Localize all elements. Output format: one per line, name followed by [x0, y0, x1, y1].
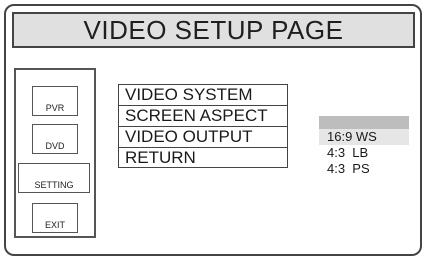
- option-16-9-ws[interactable]: 16:9 WS: [319, 129, 409, 145]
- menu-item-video-system[interactable]: VIDEO SYSTEM: [118, 84, 288, 105]
- video-setup-menu: VIDEO SYSTEM SCREEN ASPECT VIDEO OUTPUT …: [118, 84, 288, 168]
- dvd-button-label: DVD: [45, 141, 65, 151]
- option-4-3-lb[interactable]: 4:3 LB: [319, 145, 409, 161]
- page-title: VIDEO SETUP PAGE: [83, 15, 344, 45]
- menu-item-screen-aspect[interactable]: SCREEN ASPECT: [118, 105, 288, 126]
- menu-item-video-output[interactable]: VIDEO OUTPUT: [118, 126, 288, 147]
- options-header-bar: [319, 116, 409, 129]
- title-bar: VIDEO SETUP PAGE: [12, 12, 415, 48]
- setting-button-label: SETTING: [34, 180, 74, 190]
- screen-aspect-options: 16:9 WS 4:3 LB 4:3 PS: [319, 116, 409, 177]
- exit-button[interactable]: EXIT: [32, 203, 78, 233]
- side-nav-panel: PVR DVD SETTING EXIT: [14, 68, 96, 238]
- video-setup-screen: VIDEO SETUP PAGE PVR DVD SETTING EXIT VI…: [4, 4, 422, 256]
- exit-button-label: EXIT: [44, 220, 65, 230]
- dvd-button[interactable]: DVD: [32, 124, 78, 154]
- pvr-button[interactable]: PVR: [32, 86, 78, 116]
- option-4-3-ps[interactable]: 4:3 PS: [319, 161, 409, 177]
- pvr-button-label: PVR: [45, 103, 65, 113]
- menu-item-return[interactable]: RETURN: [118, 147, 288, 168]
- setting-button[interactable]: SETTING: [18, 163, 90, 193]
